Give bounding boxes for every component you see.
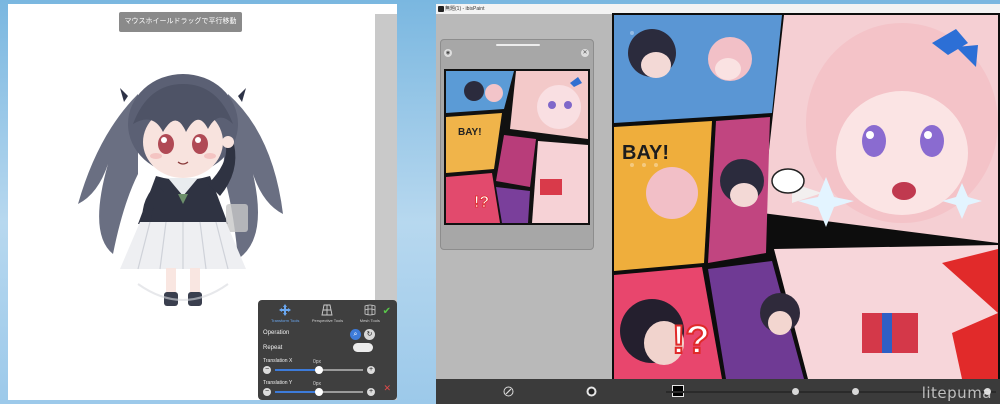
minus-icon[interactable]: − xyxy=(263,366,271,374)
translation-x-label: Translation X xyxy=(263,358,293,364)
plus-icon[interactable]: + xyxy=(367,366,375,374)
move-arrows-icon xyxy=(279,304,292,316)
translation-y-slider[interactable]: − + xyxy=(263,388,375,398)
repeat-label: Repeat xyxy=(263,345,283,351)
confirm-check-icon[interactable]: ✔ xyxy=(383,306,391,317)
operation-label: Operation xyxy=(263,330,290,336)
tab-transform-tools[interactable]: Transform Tools xyxy=(264,304,306,326)
svg-text:!?: !? xyxy=(672,318,710,362)
slider-knob[interactable] xyxy=(792,388,799,395)
perspective-grid-icon xyxy=(321,304,334,316)
rotate-operation-icon[interactable]: ↻ xyxy=(364,329,375,340)
comic-thumbnail-art: BAY! !? xyxy=(444,69,590,225)
slider-knob[interactable] xyxy=(852,388,859,395)
translation-x-value: 0px xyxy=(313,359,322,365)
translation-y-value: 0px xyxy=(313,381,322,387)
translation-y-label: Translation Y xyxy=(263,380,293,386)
slider-knob[interactable] xyxy=(315,388,323,396)
watermark-text: litepuma xyxy=(921,384,992,402)
left-canvas-window: マウスホイールドラッグで平行移動 Transform Tools Perspec… xyxy=(8,4,397,400)
tab-label: Mesh Tools xyxy=(359,318,380,323)
svg-text:!?: !? xyxy=(474,194,489,211)
chibi-character-illustration xyxy=(78,74,283,306)
plus-icon[interactable]: + xyxy=(367,388,375,396)
slider-knob[interactable] xyxy=(315,366,323,374)
zoom-operation-icon[interactable]: ⌕ xyxy=(350,329,361,340)
cancel-x-icon[interactable]: ✕ xyxy=(383,383,391,394)
operation-buttons: ⌕ ↻ xyxy=(350,329,375,340)
brush-settings-icon[interactable] xyxy=(503,386,514,397)
comic-page-art: BAY! !? xyxy=(612,13,1000,379)
comic-canvas[interactable]: BAY! !? xyxy=(612,13,1000,379)
drag-handle[interactable] xyxy=(496,44,540,46)
pan-hint-banner: マウスホイールドラッグで平行移動 xyxy=(119,12,242,32)
tab-label: Transform Tools xyxy=(270,318,300,323)
mesh-grid-icon xyxy=(364,304,376,316)
slider-track[interactable] xyxy=(275,388,363,396)
slider-track[interactable] xyxy=(275,366,363,374)
slider-fill xyxy=(275,391,319,393)
minus-icon[interactable]: − xyxy=(263,388,271,396)
close-icon[interactable]: ✕ xyxy=(581,49,589,57)
transform-tool-panel: Transform Tools Perspective Tools Mesh T… xyxy=(258,300,397,400)
window-title: 無題(1) - ibisPaint xyxy=(445,6,485,12)
tab-label: Perspective Tools xyxy=(311,318,344,323)
tab-perspective-tools[interactable]: Perspective Tools xyxy=(306,304,348,326)
brush-size-icon[interactable] xyxy=(586,386,597,397)
slider-fill xyxy=(275,369,319,371)
right-app-window: 無題(1) - ibisPaint ◉ ✕ BAY! !? BAY! !? li… xyxy=(436,4,1000,404)
navigator-thumbnail[interactable]: BAY! !? xyxy=(444,69,590,225)
svg-text:BAY!: BAY! xyxy=(622,142,669,164)
translation-x-slider[interactable]: − + xyxy=(263,366,375,376)
app-logo-icon xyxy=(438,6,444,12)
bottom-toolbar xyxy=(436,379,1000,404)
tool-tabs: Transform Tools Perspective Tools Mesh T… xyxy=(258,300,397,326)
camera-icon[interactable]: ◉ xyxy=(444,49,452,57)
svg-text:BAY!: BAY! xyxy=(458,127,482,138)
repeat-toggle[interactable] xyxy=(353,343,373,352)
navigator-panel: ◉ ✕ BAY! !? xyxy=(440,39,594,250)
